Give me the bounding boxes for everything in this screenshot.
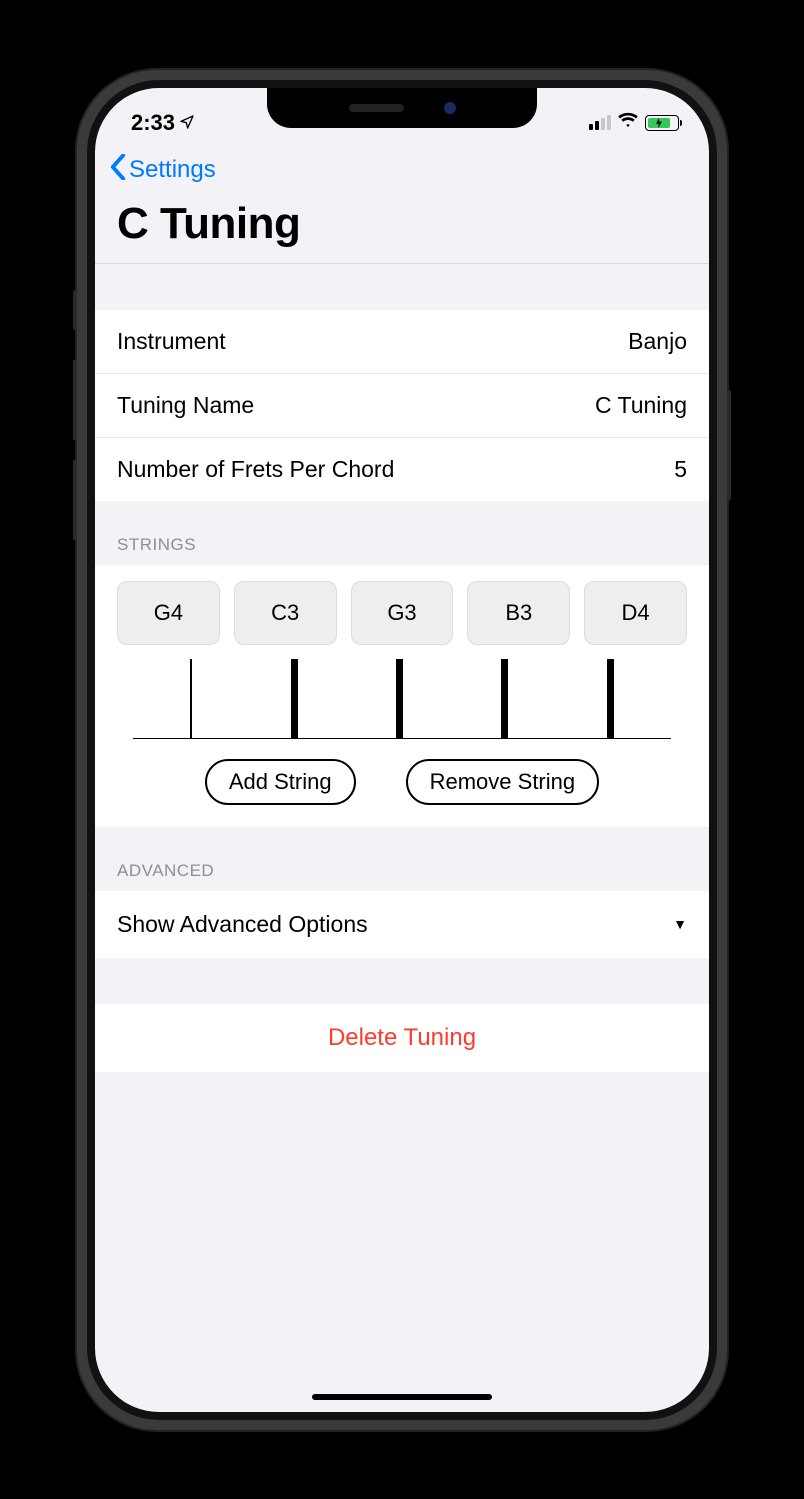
signal-icon (589, 115, 611, 130)
tuning-name-value: C Tuning (595, 392, 687, 419)
battery-icon (645, 115, 679, 131)
frets-row[interactable]: Number of Frets Per Chord 5 (95, 438, 709, 501)
status-time: 2:33 (131, 110, 175, 136)
location-icon (179, 110, 195, 136)
remove-string-button[interactable]: Remove String (406, 759, 600, 805)
string-3-button[interactable]: G3 (351, 581, 454, 645)
nav-bar: Settings (95, 146, 709, 187)
string-4-button[interactable]: B3 (467, 581, 570, 645)
front-camera (444, 102, 456, 114)
home-indicator[interactable] (312, 1394, 492, 1400)
show-advanced-row[interactable]: Show Advanced Options ▼ (95, 891, 709, 958)
power-button (727, 390, 731, 500)
tuning-name-label: Tuning Name (117, 392, 254, 419)
instrument-value: Banjo (628, 328, 687, 355)
advanced-label: Show Advanced Options (117, 911, 368, 938)
triangle-down-icon: ▼ (673, 916, 687, 932)
advanced-header: ADVANCED (95, 827, 709, 891)
strings-header: STRINGS (95, 501, 709, 565)
delete-tuning-button[interactable]: Delete Tuning (95, 1004, 709, 1072)
frets-value: 5 (674, 456, 687, 483)
string-diagram (133, 659, 671, 739)
strings-panel: G4 C3 G3 B3 D4 Add String Remove String (95, 565, 709, 827)
settings-group: Instrument Banjo Tuning Name C Tuning Nu… (95, 310, 709, 501)
instrument-row[interactable]: Instrument Banjo (95, 310, 709, 374)
frets-label: Number of Frets Per Chord (117, 456, 394, 483)
notch (267, 88, 537, 128)
string-2-button[interactable]: C3 (234, 581, 337, 645)
tuning-name-row[interactable]: Tuning Name C Tuning (95, 374, 709, 438)
chevron-left-icon (109, 154, 127, 187)
back-label: Settings (129, 156, 216, 184)
screen: 2:33 (95, 88, 709, 1412)
phone-frame: 2:33 (77, 70, 727, 1430)
speaker-grille (349, 104, 404, 112)
volume-up-button (73, 360, 77, 440)
back-button[interactable]: Settings (109, 154, 695, 187)
instrument-label: Instrument (117, 328, 226, 355)
page-title: C Tuning (95, 187, 709, 264)
volume-down-button (73, 460, 77, 540)
string-1-button[interactable]: G4 (117, 581, 220, 645)
wifi-icon (617, 112, 639, 133)
string-5-button[interactable]: D4 (584, 581, 687, 645)
add-string-button[interactable]: Add String (205, 759, 356, 805)
mute-switch (73, 290, 77, 330)
